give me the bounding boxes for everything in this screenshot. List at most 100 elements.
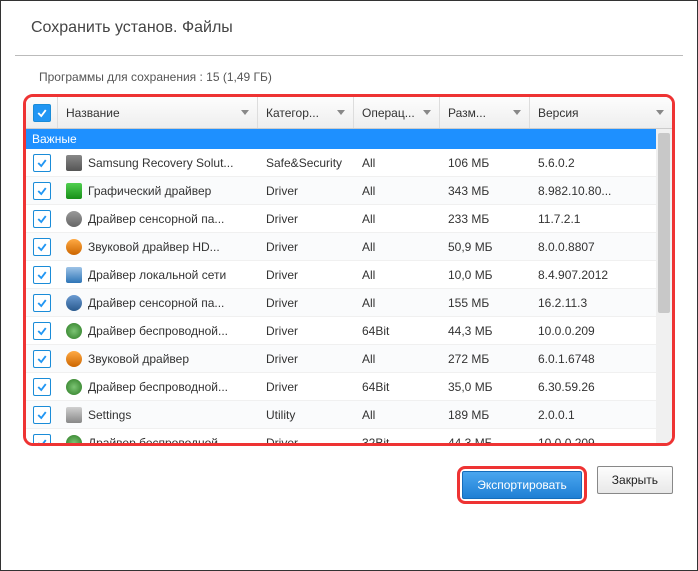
row-checkbox-cell xyxy=(26,434,58,447)
row-os: All xyxy=(354,212,440,226)
row-category: Driver xyxy=(258,324,354,338)
sort-icon xyxy=(513,110,521,115)
row-size: 343 МБ xyxy=(440,184,530,198)
row-checkbox[interactable] xyxy=(33,210,51,228)
row-os: All xyxy=(354,240,440,254)
row-name: Драйвер беспроводной... xyxy=(88,380,228,394)
app-icon xyxy=(66,379,82,395)
row-checkbox-cell xyxy=(26,182,58,200)
sort-icon xyxy=(656,110,664,115)
table-row[interactable]: Графический драйверDriverAll343 МБ8.982.… xyxy=(26,177,672,205)
table-row[interactable]: Драйвер беспроводной...Driver64Bit35,0 М… xyxy=(26,373,672,401)
row-size: 44,3 МБ xyxy=(440,436,530,447)
close-button[interactable]: Закрыть xyxy=(597,466,673,494)
header-category-label: Категор... xyxy=(266,106,319,120)
row-version: 2.0.0.1 xyxy=(530,408,672,422)
table-body: Samsung Recovery Solut...Safe&SecurityAl… xyxy=(26,149,672,446)
row-name-cell: Драйвер сенсорной па... xyxy=(58,211,258,227)
header-os[interactable]: Операц... xyxy=(354,97,440,128)
row-os: All xyxy=(354,268,440,282)
row-size: 155 МБ xyxy=(440,296,530,310)
dialog-title: Сохранить установ. Файлы xyxy=(1,1,697,45)
row-size: 272 МБ xyxy=(440,352,530,366)
row-checkbox[interactable] xyxy=(33,350,51,368)
header-size[interactable]: Разм... xyxy=(440,97,530,128)
table-row[interactable]: Драйвер сенсорной па...DriverAll155 МБ16… xyxy=(26,289,672,317)
row-category: Driver xyxy=(258,212,354,226)
row-name-cell: Звуковой драйвер HD... xyxy=(58,239,258,255)
dialog-footer: Экспортировать Закрыть xyxy=(1,446,697,524)
row-size: 50,9 МБ xyxy=(440,240,530,254)
row-name-cell: Графический драйвер xyxy=(58,183,258,199)
row-checkbox[interactable] xyxy=(33,434,51,447)
row-size: 10,0 МБ xyxy=(440,268,530,282)
row-name: Драйвер локальной сети xyxy=(88,268,226,282)
row-version: 8.4.907.2012 xyxy=(530,268,672,282)
table-row[interactable]: Samsung Recovery Solut...Safe&SecurityAl… xyxy=(26,149,672,177)
header-os-label: Операц... xyxy=(362,106,415,120)
table-row[interactable]: Драйвер сенсорной па...DriverAll233 МБ11… xyxy=(26,205,672,233)
sort-icon xyxy=(423,110,431,115)
table-row[interactable]: Драйвер беспроводной...Driver64Bit44,3 М… xyxy=(26,317,672,345)
export-button[interactable]: Экспортировать xyxy=(462,471,582,499)
app-icon xyxy=(66,211,82,227)
table-row[interactable]: Драйвер беспроводной...Driver32Bit44,3 М… xyxy=(26,429,672,446)
app-icon xyxy=(66,295,82,311)
row-checkbox-cell xyxy=(26,378,58,396)
app-icon xyxy=(66,435,82,447)
select-all-checkbox[interactable] xyxy=(33,104,51,122)
row-checkbox-cell xyxy=(26,210,58,228)
row-name-cell: Драйвер беспроводной... xyxy=(58,379,258,395)
header-version-label: Версия xyxy=(538,106,579,120)
row-category: Driver xyxy=(258,296,354,310)
row-checkbox-cell xyxy=(26,238,58,256)
header-name[interactable]: Название xyxy=(58,97,258,128)
row-checkbox-cell xyxy=(26,154,58,172)
table-row[interactable]: Звуковой драйвер HD...DriverAll50,9 МБ8.… xyxy=(26,233,672,261)
row-os: All xyxy=(354,296,440,310)
sort-icon xyxy=(241,110,249,115)
row-name: Settings xyxy=(88,408,131,422)
row-name: Драйвер беспроводной... xyxy=(88,324,228,338)
row-version: 11.7.2.1 xyxy=(530,212,672,226)
row-checkbox[interactable] xyxy=(33,238,51,256)
table-row[interactable]: Драйвер локальной сети DriverAll10,0 МБ8.… xyxy=(26,261,672,289)
header-version[interactable]: Версия xyxy=(530,97,672,128)
row-version: 10.0.0.209 xyxy=(530,436,672,447)
row-version: 5.6.0.2 xyxy=(530,156,672,170)
row-checkbox[interactable] xyxy=(33,266,51,284)
row-checkbox[interactable] xyxy=(33,322,51,340)
row-version: 6.0.1.6748 xyxy=(530,352,672,366)
row-os: All xyxy=(354,352,440,366)
row-name-cell: Samsung Recovery Solut... xyxy=(58,155,258,171)
app-icon xyxy=(66,239,82,255)
row-category: Driver xyxy=(258,184,354,198)
row-os: All xyxy=(354,156,440,170)
table-header: Название Категор... Операц... Разм... Ве… xyxy=(26,97,672,129)
row-checkbox[interactable] xyxy=(33,154,51,172)
row-size: 106 МБ xyxy=(440,156,530,170)
row-size: 44,3 МБ xyxy=(440,324,530,338)
app-icon xyxy=(66,407,82,423)
table-row[interactable]: SettingsUtilityAll189 МБ2.0.0.1 xyxy=(26,401,672,429)
row-category: Driver xyxy=(258,240,354,254)
vertical-scrollbar[interactable] xyxy=(656,129,672,443)
row-category: Driver xyxy=(258,268,354,282)
row-category: Driver xyxy=(258,380,354,394)
row-checkbox[interactable] xyxy=(33,406,51,424)
table-row[interactable]: Звуковой драйверDriverAll272 МБ6.0.1.674… xyxy=(26,345,672,373)
app-icon xyxy=(66,267,82,283)
row-checkbox-cell xyxy=(26,294,58,312)
row-name-cell: Драйвер сенсорной па... xyxy=(58,295,258,311)
row-os: 64Bit xyxy=(354,380,440,394)
row-checkbox-cell xyxy=(26,322,58,340)
row-category: Driver xyxy=(258,352,354,366)
programs-table: Название Категор... Операц... Разм... Ве… xyxy=(23,94,675,446)
row-checkbox[interactable] xyxy=(33,294,51,312)
row-checkbox[interactable] xyxy=(33,378,51,396)
row-checkbox[interactable] xyxy=(33,182,51,200)
row-size: 233 МБ xyxy=(440,212,530,226)
scrollbar-thumb[interactable] xyxy=(658,133,670,313)
header-category[interactable]: Категор... xyxy=(258,97,354,128)
group-header-important[interactable]: Важные xyxy=(26,129,672,149)
